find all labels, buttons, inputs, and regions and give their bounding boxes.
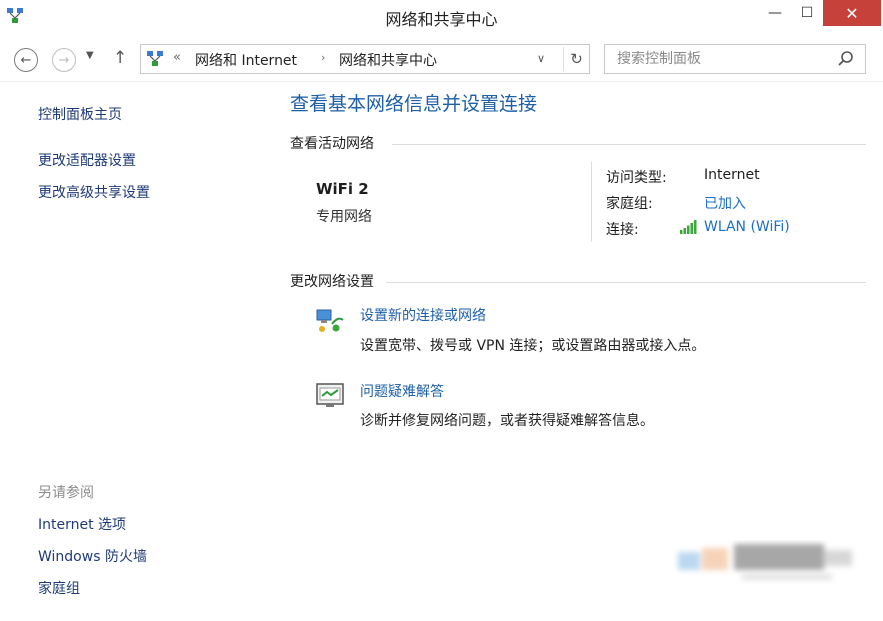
- address-history-dropdown[interactable]: ∨: [537, 52, 545, 65]
- address-overflow-button[interactable]: «: [173, 50, 181, 65]
- change-adapter-settings-link[interactable]: 更改适配器设置: [38, 150, 136, 170]
- network-category: 专用网络: [316, 209, 372, 225]
- arrow-up-icon: ↑: [113, 48, 128, 68]
- change-settings-heading: 更改网络设置: [290, 274, 374, 290]
- internet-options-link[interactable]: Internet 选项: [38, 514, 126, 534]
- access-type-value: Internet: [704, 167, 760, 183]
- homegroup-label: 家庭组:: [606, 196, 653, 212]
- vertical-divider: [591, 162, 592, 242]
- navigation-bar: ← → ▼ ↑ « 网络和 Internet › 网络和共享中心 ∨ ↻: [0, 38, 883, 82]
- homegroup-joined-link[interactable]: 已加入: [704, 193, 746, 213]
- arrow-right-icon: →: [58, 52, 70, 68]
- new-connection-icon: [316, 309, 344, 332]
- forward-button[interactable]: →: [52, 48, 76, 72]
- breadcrumb-sharing-center[interactable]: 网络和共享中心: [339, 50, 437, 70]
- setup-new-connection-link[interactable]: 设置新的连接或网络: [360, 305, 486, 325]
- connection-label: 连接:: [606, 222, 639, 238]
- troubleshoot-link[interactable]: 问题疑难解答: [360, 381, 444, 401]
- control-panel-home-link[interactable]: 控制面板主页: [38, 104, 122, 124]
- maximize-button[interactable]: ☐: [792, 0, 822, 26]
- search-box[interactable]: [604, 44, 866, 74]
- search-input[interactable]: [605, 45, 833, 73]
- active-networks-heading: 查看活动网络: [290, 136, 374, 152]
- setup-new-connection-desc: 设置宽带、拨号或 VPN 连接；或设置路由器或接入点。: [360, 338, 706, 354]
- breadcrumb-network-internet[interactable]: 网络和 Internet: [195, 50, 297, 70]
- change-advanced-sharing-link[interactable]: 更改高级共享设置: [38, 182, 150, 202]
- blurred-watermark: [678, 544, 852, 580]
- troubleshoot-icon: [316, 383, 344, 407]
- chevron-down-icon: ∨: [537, 52, 546, 65]
- wifi-signal-icon: [680, 220, 697, 234]
- section-divider: [392, 144, 866, 145]
- back-button[interactable]: ←: [14, 48, 38, 72]
- address-bar[interactable]: « 网络和 Internet › 网络和共享中心 ∨ ↻: [140, 44, 590, 74]
- troubleshoot-desc: 诊断并修复网络问题，或者获得疑难解答信息。: [360, 413, 654, 429]
- network-name: WiFi 2: [316, 180, 369, 198]
- homegroup-link[interactable]: 家庭组: [38, 578, 80, 598]
- recent-locations-dropdown[interactable]: ▼: [86, 50, 94, 61]
- breadcrumb-separator-icon[interactable]: ›: [321, 51, 325, 64]
- page-title: 查看基本网络信息并设置连接: [290, 93, 538, 115]
- access-type-label: 访问类型:: [606, 170, 667, 186]
- title-bar: 网络和共享中心 — ☐ ✕: [0, 0, 883, 34]
- window-title: 网络和共享中心: [385, 10, 498, 29]
- windows-firewall-link[interactable]: Windows 防火墙: [38, 546, 147, 566]
- search-icon[interactable]: [837, 50, 855, 68]
- up-button[interactable]: ↑: [113, 48, 127, 68]
- close-button[interactable]: ✕: [823, 0, 881, 26]
- arrow-left-icon: ←: [20, 52, 32, 68]
- see-also-heading: 另请参阅: [38, 485, 94, 501]
- section-divider: [386, 282, 866, 283]
- refresh-icon: ↻: [570, 50, 583, 68]
- refresh-button[interactable]: ↻: [563, 47, 589, 71]
- chevron-down-icon: ▼: [86, 50, 94, 61]
- wlan-connection-link[interactable]: WLAN (WiFi): [704, 219, 790, 235]
- minimize-button[interactable]: —: [760, 0, 790, 26]
- network-center-icon: [147, 51, 163, 66]
- left-pane: 控制面板主页 更改适配器设置 更改高级共享设置 另请参阅 Internet 选项…: [0, 84, 270, 621]
